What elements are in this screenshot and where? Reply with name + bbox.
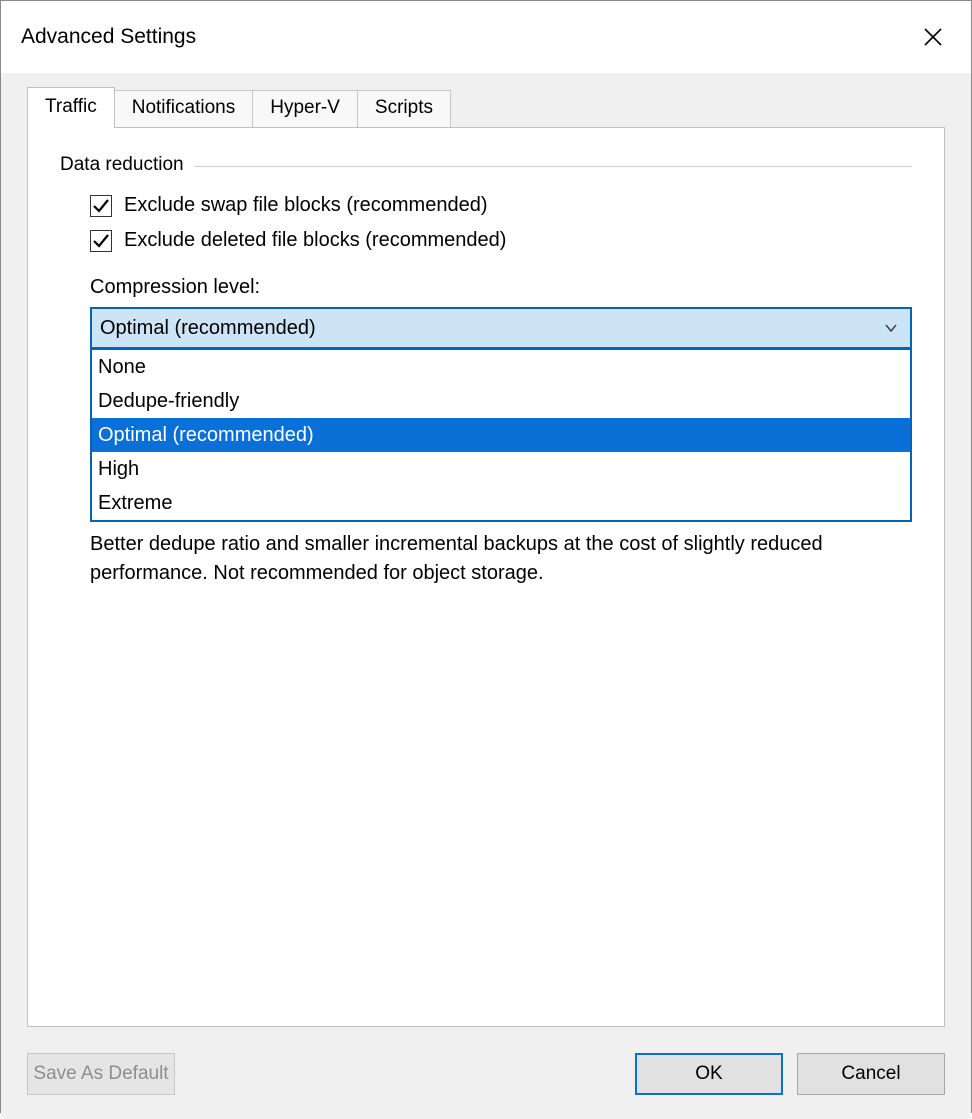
compression-option-high[interactable]: High xyxy=(92,452,910,486)
titlebar: Advanced Settings xyxy=(1,1,971,73)
compression-option-extreme[interactable]: Extreme xyxy=(92,486,910,520)
checkbox-row-deleted: Exclude deleted file blocks (recommended… xyxy=(90,229,912,252)
compression-option-optimal[interactable]: Optimal (recommended) xyxy=(92,418,910,452)
group-separator xyxy=(194,166,912,167)
compression-option-dedupe-friendly[interactable]: Dedupe-friendly xyxy=(92,384,910,418)
checkbox-label-deleted: Exclude deleted file blocks (recommended… xyxy=(124,229,506,252)
tab-scripts[interactable]: Scripts xyxy=(357,90,451,127)
dialog-title: Advanced Settings xyxy=(21,25,196,49)
checkbox-exclude-deleted[interactable] xyxy=(90,230,112,252)
advanced-settings-dialog: Advanced Settings Traffic Notifications … xyxy=(0,0,972,1113)
compression-selected-value: Optimal (recommended) xyxy=(100,317,316,340)
ok-button[interactable]: OK xyxy=(635,1053,783,1095)
save-as-default-button[interactable]: Save As Default xyxy=(27,1053,175,1095)
compression-label: Compression level: xyxy=(90,276,912,299)
tab-hyperv[interactable]: Hyper-V xyxy=(252,90,358,127)
dialog-body: Traffic Notifications Hyper-V Scripts Da… xyxy=(1,73,971,1037)
check-icon xyxy=(92,232,110,250)
compression-option-none[interactable]: None xyxy=(92,350,910,384)
cancel-button[interactable]: Cancel xyxy=(797,1053,945,1095)
compression-dropdown: None Dedupe-friendly Optimal (recommende… xyxy=(90,349,912,522)
compression-combobox[interactable]: Optimal (recommended) xyxy=(90,307,912,349)
tab-notifications[interactable]: Notifications xyxy=(114,90,254,127)
dialog-button-row: Save As Default OK Cancel xyxy=(1,1037,971,1119)
chevron-down-icon xyxy=(884,321,898,335)
checkbox-row-swap: Exclude swap file blocks (recommended) xyxy=(90,194,912,217)
compression-description: Better dedupe ratio and smaller incremen… xyxy=(90,530,912,588)
checkbox-exclude-swap[interactable] xyxy=(90,195,112,217)
group-data-reduction: Data reduction Exclude swap file blocks … xyxy=(60,154,912,588)
checkbox-label-swap: Exclude swap file blocks (recommended) xyxy=(124,194,488,217)
group-title: Data reduction xyxy=(60,154,184,176)
close-button[interactable] xyxy=(911,15,955,59)
close-icon xyxy=(923,27,943,47)
check-icon xyxy=(92,197,110,215)
tab-panel-traffic: Data reduction Exclude swap file blocks … xyxy=(27,127,945,1027)
tab-traffic[interactable]: Traffic xyxy=(27,87,115,128)
tab-strip: Traffic Notifications Hyper-V Scripts xyxy=(27,87,945,127)
